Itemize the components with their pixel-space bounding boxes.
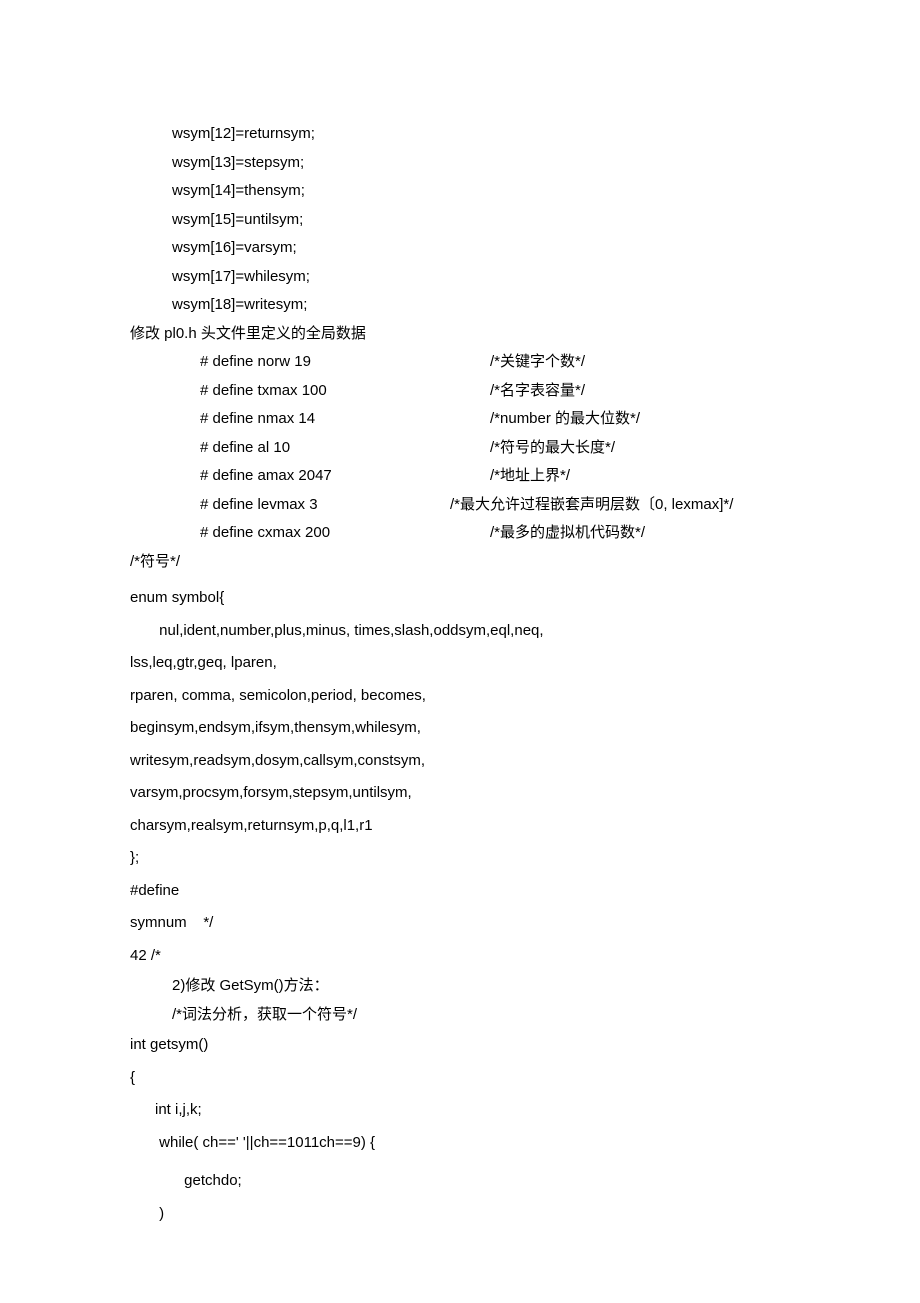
wsym-assignment: wsym[14]=thensym; (130, 177, 790, 206)
define-code: # define al 10 (130, 434, 490, 463)
getsym-line: int i,j,k; (130, 1094, 790, 1127)
wsym-assignment: wsym[12]=returnsym; (130, 120, 790, 149)
define-comment: /*名字表容量*/ (490, 377, 790, 406)
define-comment: /*最多的虚拟机代码数*/ (490, 519, 790, 548)
define-row: # define txmax 100 /*名字表容量*/ (130, 377, 790, 406)
getsym-line: int getsym() (130, 1029, 790, 1062)
enum-line: enum symbol{ (130, 582, 790, 615)
enum-line: lss,leq,gtr,geq, lparen, (130, 647, 790, 680)
define-code: # define txmax 100 (130, 377, 490, 406)
enum-line: nul,ident,number,plus,minus, times,slash… (130, 615, 790, 648)
enum-line: writesym,readsym,dosym,callsym,constsym, (130, 745, 790, 778)
define-comment: /*number 的最大位数*/ (490, 405, 790, 434)
enum-line: }; (130, 842, 790, 875)
getsym-line: getchdo; (130, 1165, 790, 1198)
section2-comment: /*词法分析，获取一个符号*/ (130, 1001, 790, 1030)
enum-line: 42 /* (130, 940, 790, 973)
enum-line: beginsym,endsym,ifsym,thensym,whilesym, (130, 712, 790, 745)
wsym-assignment: wsym[17]=whilesym; (130, 263, 790, 292)
define-comment: /*符号的最大长度*/ (490, 434, 790, 463)
define-code: # define cxmax 200 (130, 519, 490, 548)
document-page: wsym[12]=returnsym; wsym[13]=stepsym; ws… (0, 0, 920, 1290)
define-row: # define al 10 /*符号的最大长度*/ (130, 434, 790, 463)
define-row: # define levmax 3 /*最大允许过程嵌套声明层数〔0, lexm… (130, 491, 790, 520)
define-row: # define cxmax 200 /*最多的虚拟机代码数*/ (130, 519, 790, 548)
symbol-comment: /*符号*/ (130, 548, 790, 577)
enum-line: symnum */ (130, 907, 790, 940)
getsym-line: { (130, 1062, 790, 1095)
define-row: # define amax 2047 /*地址上界*/ (130, 462, 790, 491)
define-comment: /*关键字个数*/ (490, 348, 790, 377)
wsym-assignment: wsym[13]=stepsym; (130, 149, 790, 178)
enum-line: charsym,realsym,returnsym,p,q,l1,r1 (130, 810, 790, 843)
wsym-assignment: wsym[18]=writesym; (130, 291, 790, 320)
getsym-line: ) (130, 1198, 790, 1231)
define-code: # define amax 2047 (130, 462, 490, 491)
enum-line: rparen, comma, semicolon,period, becomes… (130, 680, 790, 713)
define-row: # define norw 19 /*关键字个数*/ (130, 348, 790, 377)
section2-title: 2)修改 GetSym()方法： (130, 972, 790, 1001)
define-code: # define norw 19 (130, 348, 490, 377)
wsym-assignment: wsym[15]=untilsym; (130, 206, 790, 235)
define-code: # define nmax 14 (130, 405, 490, 434)
define-comment: /*地址上界*/ (490, 462, 790, 491)
define-row: # define nmax 14 /*number 的最大位数*/ (130, 405, 790, 434)
wsym-assignment: wsym[16]=varsym; (130, 234, 790, 263)
getsym-line: while( ch==' '||ch==1011ch==9) { (130, 1127, 790, 1160)
define-code: # define levmax 3 (130, 491, 490, 520)
enum-line: varsym,procsym,forsym,stepsym,untilsym, (130, 777, 790, 810)
define-comment: /*最大允许过程嵌套声明层数〔0, lexmax]*/ (450, 491, 790, 520)
enum-line: #define (130, 875, 790, 908)
modify-header-line: 修改 pl0.h 头文件里定义的全局数据 (130, 320, 790, 349)
